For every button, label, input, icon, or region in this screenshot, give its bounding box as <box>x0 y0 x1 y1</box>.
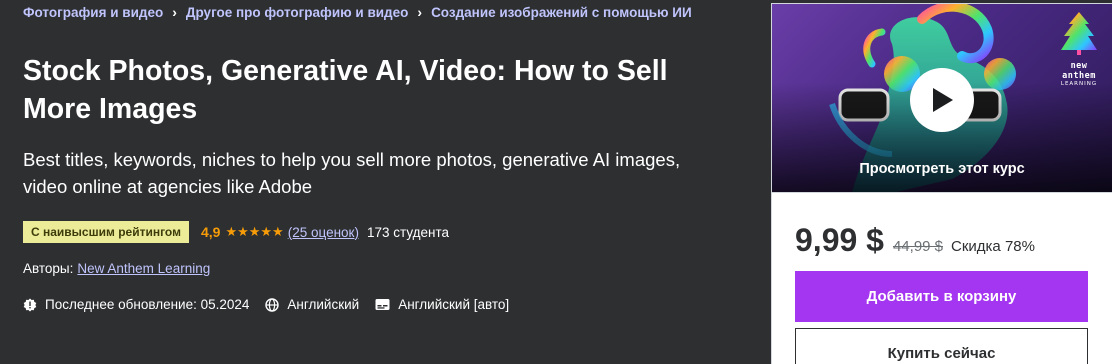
rating-value: 4,9 <box>200 224 221 240</box>
students-count: 173 студента <box>366 224 449 240</box>
rating-row: С наивысшим рейтингом 4,9 ★★★★★ (25 оцен… <box>23 221 449 243</box>
authors-line: Авторы: New Anthem Learning <box>23 261 210 276</box>
brand-sub: LEARNING <box>1060 81 1098 87</box>
current-price: 9,99 $ <box>795 222 884 258</box>
captions-icon <box>375 299 390 310</box>
preview-course-label: Просмотреть этот курс <box>859 161 1025 177</box>
original-price: 44,99 $ <box>892 238 944 255</box>
play-icon <box>933 88 953 112</box>
course-captions: Английский [авто] <box>375 297 509 312</box>
breadcrumb: Фотография и видео › Другое про фотограф… <box>23 4 692 20</box>
add-to-cart-button[interactable]: Добавить в корзину <box>795 271 1088 322</box>
star-rating-icon: ★★★★★ <box>225 224 284 239</box>
bestseller-badge: С наивысшим рейтингом <box>23 221 189 243</box>
purchase-card: new anthem LEARNING Просмотреть этот кур… <box>771 3 1112 364</box>
reviews-link[interactable]: (25 оценок) <box>288 225 359 240</box>
breadcrumb-ai-images[interactable]: Создание изображений с помощью ИИ <box>431 5 692 20</box>
author-link[interactable]: New Anthem Learning <box>77 261 210 276</box>
play-button[interactable] <box>910 68 974 132</box>
alert-badge-icon <box>23 298 37 311</box>
course-preview[interactable]: new anthem LEARNING Просмотреть этот кур… <box>772 4 1112 193</box>
last-updated: Последнее обновление: 05.2024 <box>23 297 249 312</box>
price-row: 9,99 $ 44,99 $ Скидка 78% <box>795 222 1035 259</box>
chevron-right-icon: › <box>417 4 423 20</box>
brand-logo: new anthem LEARNING <box>1052 10 1106 100</box>
breadcrumb-other-photo[interactable]: Другое про фотографию и видео <box>186 5 409 20</box>
buy-now-button[interactable]: Купить сейчас <box>795 328 1088 364</box>
course-title: Stock Photos, Generative AI, Video: How … <box>23 55 668 125</box>
course-info-row: Последнее обновление: 05.2024 Английский… <box>23 297 525 312</box>
chevron-right-icon: › <box>172 4 177 20</box>
tree-logo-icon <box>1061 12 1097 55</box>
breadcrumb-photo-video[interactable]: Фотография и видео <box>23 5 163 20</box>
globe-icon <box>265 297 280 312</box>
authors-label: Авторы: <box>23 261 74 276</box>
discount-label: Скидка 78% <box>951 238 1035 255</box>
course-language: Английский <box>265 297 359 312</box>
course-subtitle: Best titles, keywords, niches to help yo… <box>23 149 681 197</box>
brand-name: new anthem <box>1062 61 1096 81</box>
